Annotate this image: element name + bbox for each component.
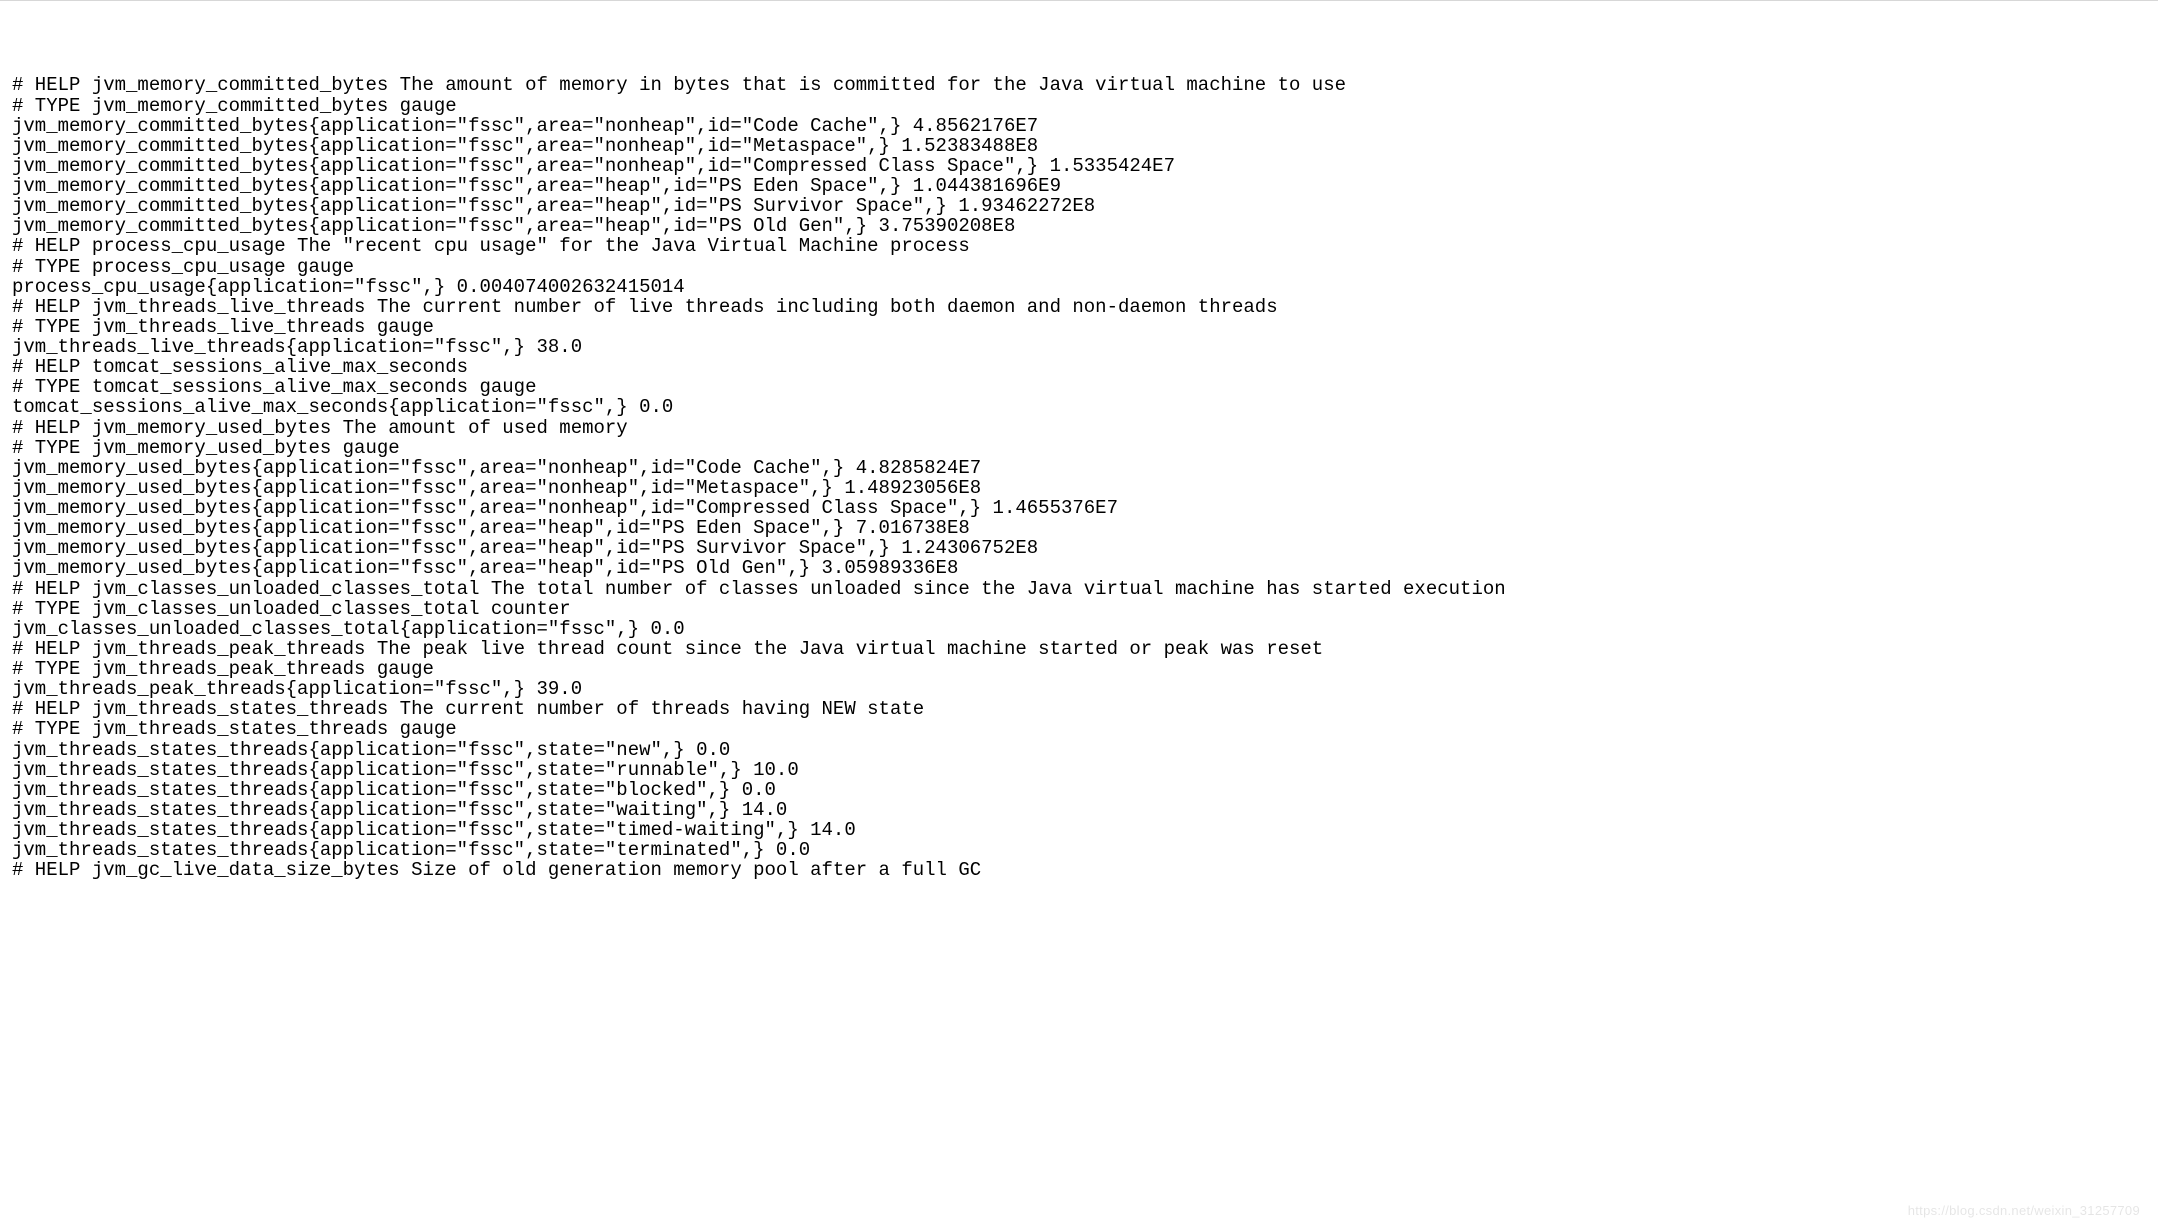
page-watermark: https://blog.csdn.net/weixin_31257709 (1908, 1204, 2140, 1218)
metrics-line: # HELP jvm_classes_unloaded_classes_tota… (12, 579, 2146, 599)
metrics-line: process_cpu_usage{application="fssc",} 0… (12, 277, 2146, 297)
metrics-line: # TYPE jvm_threads_states_threads gauge (12, 719, 2146, 739)
metrics-line: jvm_threads_live_threads{application="fs… (12, 337, 2146, 357)
metrics-line: jvm_threads_states_threads{application="… (12, 740, 2146, 760)
metrics-line: # HELP tomcat_sessions_alive_max_seconds (12, 357, 2146, 377)
metrics-line: jvm_threads_states_threads{application="… (12, 800, 2146, 820)
metrics-line: jvm_memory_used_bytes{application="fssc"… (12, 538, 2146, 558)
metrics-line: # TYPE jvm_memory_committed_bytes gauge (12, 96, 2146, 116)
metrics-line: jvm_memory_used_bytes{application="fssc"… (12, 558, 2146, 578)
metrics-line: jvm_memory_committed_bytes{application="… (12, 216, 2146, 236)
metrics-line: # HELP jvm_threads_peak_threads The peak… (12, 639, 2146, 659)
metrics-line: # TYPE jvm_classes_unloaded_classes_tota… (12, 599, 2146, 619)
metrics-line: # HELP jvm_memory_committed_bytes The am… (12, 75, 2146, 95)
metrics-line: jvm_memory_committed_bytes{application="… (12, 196, 2146, 216)
metrics-line: # TYPE jvm_memory_used_bytes gauge (12, 438, 2146, 458)
metrics-line: # HELP jvm_memory_used_bytes The amount … (12, 418, 2146, 438)
metrics-line: # HELP process_cpu_usage The "recent cpu… (12, 236, 2146, 256)
prometheus-metrics-output: # HELP jvm_memory_committed_bytes The am… (12, 75, 2146, 880)
metrics-line: tomcat_sessions_alive_max_seconds{applic… (12, 397, 2146, 417)
metrics-line: jvm_threads_states_threads{application="… (12, 760, 2146, 780)
metrics-line: jvm_memory_committed_bytes{application="… (12, 116, 2146, 136)
metrics-line: # TYPE jvm_threads_peak_threads gauge (12, 659, 2146, 679)
metrics-line: # TYPE tomcat_sessions_alive_max_seconds… (12, 377, 2146, 397)
metrics-line: # HELP jvm_threads_states_threads The cu… (12, 699, 2146, 719)
metrics-line: jvm_memory_committed_bytes{application="… (12, 136, 2146, 156)
metrics-line: jvm_threads_states_threads{application="… (12, 820, 2146, 840)
metrics-line: jvm_memory_used_bytes{application="fssc"… (12, 458, 2146, 478)
metrics-line: jvm_memory_used_bytes{application="fssc"… (12, 518, 2146, 538)
metrics-line: # TYPE process_cpu_usage gauge (12, 257, 2146, 277)
metrics-line: jvm_memory_used_bytes{application="fssc"… (12, 478, 2146, 498)
metrics-line: jvm_threads_peak_threads{application="fs… (12, 679, 2146, 699)
metrics-line: # HELP jvm_threads_live_threads The curr… (12, 297, 2146, 317)
metrics-line: jvm_threads_states_threads{application="… (12, 840, 2146, 860)
metrics-line: # HELP jvm_gc_live_data_size_bytes Size … (12, 860, 2146, 880)
metrics-line: jvm_memory_used_bytes{application="fssc"… (12, 498, 2146, 518)
metrics-line: jvm_threads_states_threads{application="… (12, 780, 2146, 800)
metrics-line: # TYPE jvm_threads_live_threads gauge (12, 317, 2146, 337)
metrics-line: jvm_memory_committed_bytes{application="… (12, 176, 2146, 196)
metrics-line: jvm_classes_unloaded_classes_total{appli… (12, 619, 2146, 639)
metrics-line: jvm_memory_committed_bytes{application="… (12, 156, 2146, 176)
